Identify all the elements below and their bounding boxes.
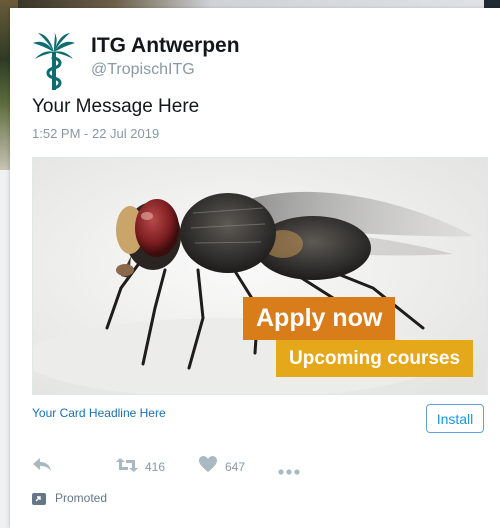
tweet-card: ITG Antwerpen @TropischITG Your Message …: [10, 8, 500, 528]
install-button[interactable]: Install: [426, 404, 484, 433]
reply-icon[interactable]: [32, 456, 52, 479]
retweet-icon[interactable]: [116, 456, 138, 479]
tweet-timestamp[interactable]: 1:52 PM - 22 Jul 2019: [32, 126, 159, 141]
promoted-icon: [32, 492, 46, 510]
account-handle[interactable]: @TropischITG: [91, 61, 195, 79]
upcoming-courses-banner: Upcoming courses: [276, 340, 474, 377]
heart-icon[interactable]: [199, 456, 217, 478]
more-icon[interactable]: [278, 462, 300, 480]
like-count: 647: [225, 460, 246, 474]
palm-snake-logo-icon[interactable]: [32, 32, 76, 92]
account-name[interactable]: ITG Antwerpen: [91, 34, 240, 58]
card-headline-link[interactable]: Your Card Headline Here: [32, 406, 166, 420]
card-media-image[interactable]: Apply now Upcoming courses: [32, 157, 488, 395]
apply-now-banner: Apply now: [243, 297, 396, 340]
tweet-text: Your Message Here: [32, 96, 200, 117]
retweet-count: 416: [145, 460, 166, 474]
promoted-label: Promoted: [55, 491, 108, 505]
